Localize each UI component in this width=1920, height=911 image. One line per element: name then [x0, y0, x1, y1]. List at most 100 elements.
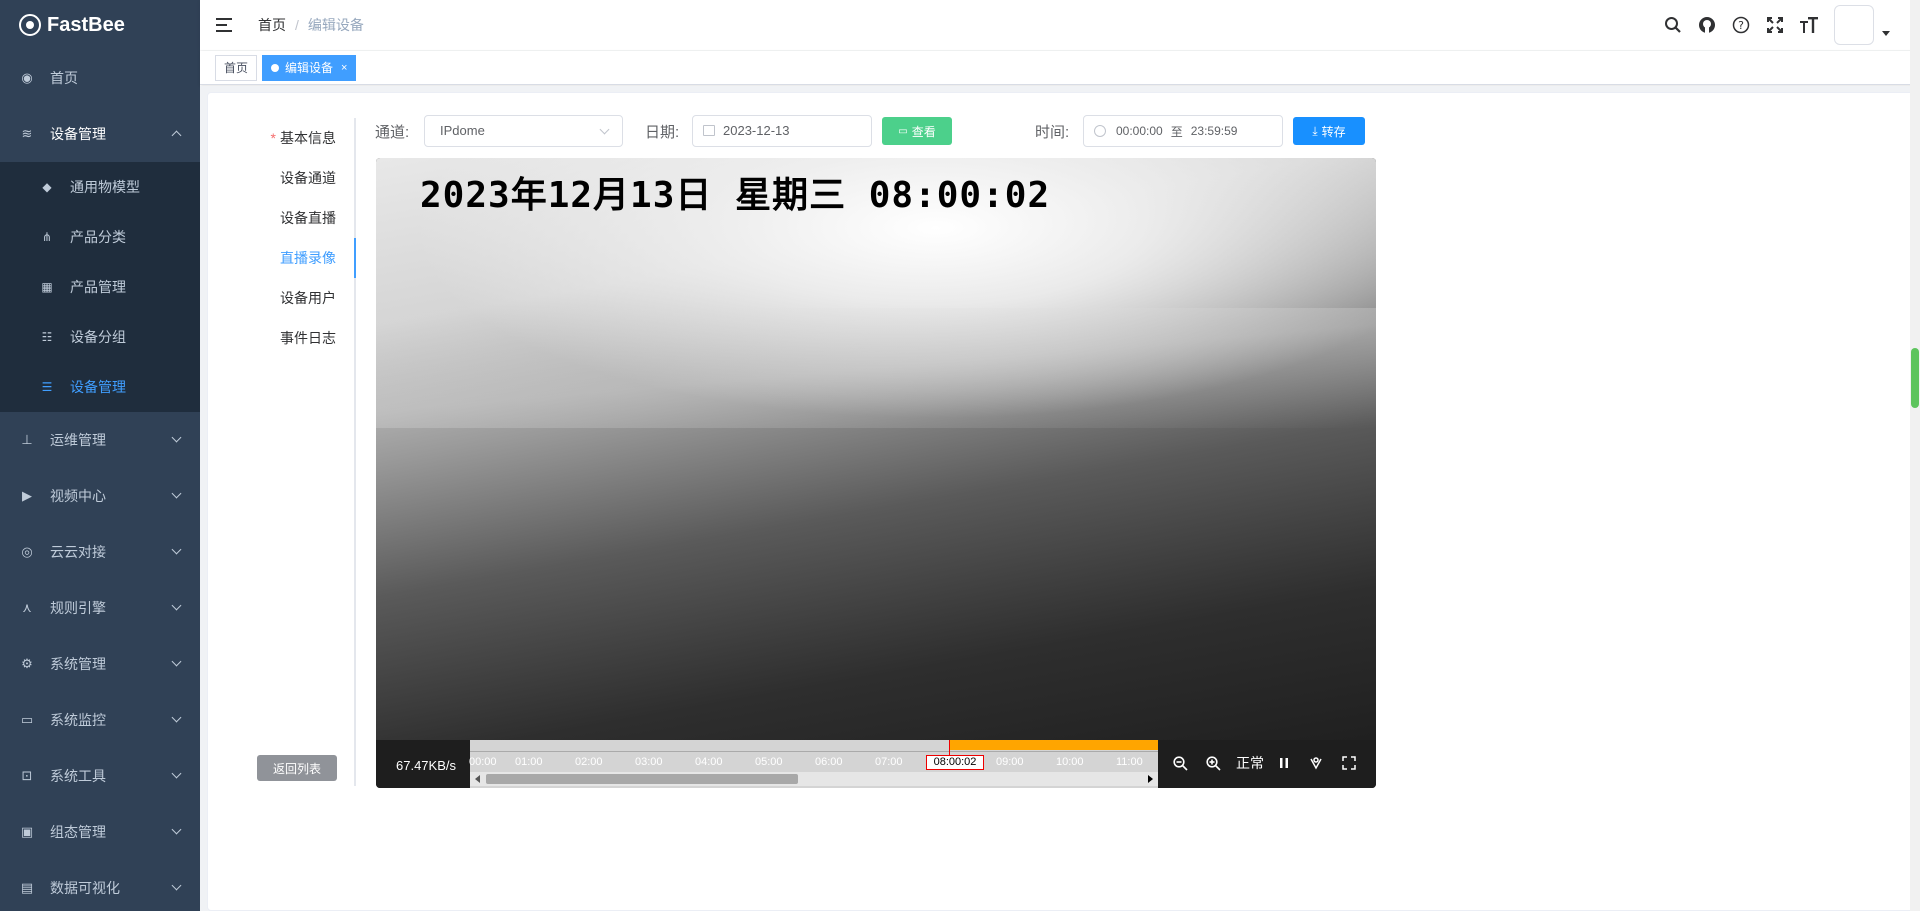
recorded-segment — [949, 740, 1158, 750]
chevron-down-icon — [171, 600, 182, 611]
sidebar-item-device-list[interactable]: ☰ 设备管理 — [0, 362, 200, 412]
monitor-icon: ▭ — [20, 712, 34, 727]
save-recording-button[interactable]: ⤓ 转存 — [1293, 117, 1365, 145]
channel-label: 通道: — [375, 124, 410, 141]
timeline-tick: 05:00 — [755, 756, 783, 768]
breadcrumb-separator: / — [295, 17, 299, 33]
tab-device-users[interactable]: 设备用户 — [255, 278, 354, 318]
player-controls: 67.47KB/s 00:00 01:00 02:00 03:00 04:00 … — [376, 740, 1376, 788]
sidebar-item-rule-engine[interactable]: ⋏ 规则引擎 — [0, 580, 200, 636]
breadcrumb-home[interactable]: 首页 — [258, 15, 286, 35]
scroll-left-icon[interactable] — [475, 775, 480, 783]
chevron-down-icon — [171, 432, 182, 443]
toolbox-icon: ⊡ — [21, 768, 33, 783]
sidebar-item-label: 组态管理 — [50, 824, 106, 840]
app-logo[interactable]: FastBee — [0, 0, 200, 50]
download-icon: ⤓ — [1312, 123, 1318, 138]
time-end[interactable]: 23:59:59 — [1191, 124, 1238, 138]
tab-label: 事件日志 — [280, 330, 336, 346]
help-icon[interactable]: ? — [1724, 0, 1758, 50]
tab-label: 设备用户 — [280, 290, 336, 306]
gear-icon: ⚙ — [21, 656, 33, 671]
github-icon[interactable] — [1690, 0, 1724, 50]
chevron-up-icon — [171, 130, 182, 141]
sidebar-item-ops[interactable]: ⊥ 运维管理 — [0, 412, 200, 468]
tab-device-live[interactable]: 设备直播 — [255, 198, 354, 238]
zoom-in-icon[interactable] — [1206, 752, 1221, 774]
playback-timeline[interactable]: 00:00 01:00 02:00 03:00 04:00 05:00 06:0… — [469, 740, 1158, 788]
sidebar-item-tools[interactable]: ⊡ 系统工具 — [0, 748, 200, 804]
sidebar-item-device-group[interactable]: ☷ 设备分组 — [0, 312, 200, 362]
timeline-tick: 01:00 — [515, 756, 543, 768]
device-tabs: * 基本信息 设备通道 设备直播 直播录像 设备用户 事件日志 — [255, 118, 356, 786]
sidebar-item-cloud[interactable]: ◎ 云云对接 — [0, 524, 200, 580]
sidebar-item-visualization[interactable]: ▤ 数据可视化 — [0, 860, 200, 911]
timeline-scrollbar[interactable] — [470, 772, 1158, 786]
cube-icon: ◆ — [42, 180, 52, 194]
sidebar-item-monitor[interactable]: ▭ 系统监控 — [0, 692, 200, 748]
timeline-tick: 04:00 — [695, 756, 723, 768]
menu-toggle-icon[interactable] — [216, 15, 236, 35]
player-fullscreen-icon[interactable] — [1342, 752, 1356, 774]
sidebar-item-thing-model[interactable]: ◆ 通用物模型 — [0, 162, 200, 212]
timeline-tick: 09:00 — [996, 756, 1024, 768]
timeline-scroll-thumb[interactable] — [486, 774, 798, 784]
required-mark: * — [270, 130, 276, 146]
logo-icon — [19, 14, 41, 36]
timeline-tick: 06:00 — [815, 756, 843, 768]
device-icon: ≋ — [21, 126, 33, 141]
tab-device-channel[interactable]: 设备通道 — [255, 158, 354, 198]
sidebar-item-system[interactable]: ⚙ 系统管理 — [0, 636, 200, 692]
page-scroll-thumb[interactable] — [1911, 348, 1919, 408]
fullscreen-icon[interactable] — [1758, 0, 1792, 50]
sidebar-item-label: 设备管理 — [50, 126, 106, 142]
avatar[interactable] — [1834, 5, 1874, 45]
time-start[interactable]: 00:00:00 — [1116, 124, 1163, 138]
sidebar-item-label: 数据可视化 — [50, 880, 120, 896]
page-scrollbar[interactable] — [1910, 0, 1920, 911]
timeline-tick: 07:00 — [875, 756, 903, 768]
sidebar-item-label: 产品分类 — [70, 229, 126, 245]
sidebar-item-product-category[interactable]: ⋔ 产品分类 — [0, 212, 200, 262]
sidebar-item-label: 规则引擎 — [50, 600, 106, 616]
tab-label: 直播录像 — [280, 250, 336, 266]
grid-icon: ▦ — [41, 280, 53, 294]
sidebar-item-video-center[interactable]: ▶ 视频中心 — [0, 468, 200, 524]
channel-select[interactable]: IPdome — [424, 115, 623, 147]
camera-icon: ▶ — [22, 488, 32, 503]
group-icon: ☷ — [41, 330, 53, 344]
tab-live-recording[interactable]: 直播录像 — [255, 238, 356, 278]
breadcrumb: 首页 / 编辑设备 — [258, 15, 364, 35]
tag-home[interactable]: 首页 — [215, 54, 258, 81]
playback-rate-button[interactable]: 正常 — [1230, 752, 1270, 774]
tab-basic-info[interactable]: * 基本信息 — [255, 118, 354, 158]
sidebar-item-scada[interactable]: ▣ 组态管理 — [0, 804, 200, 860]
tab-event-log[interactable]: 事件日志 — [255, 318, 354, 358]
font-size-icon[interactable] — [1792, 0, 1826, 50]
view-button[interactable]: ▭ 查看 — [882, 117, 952, 145]
chevron-down-icon — [171, 488, 182, 499]
tag-edit-device[interactable]: 编辑设备 × — [262, 54, 357, 81]
date-picker[interactable]: 2023-12-13 — [692, 115, 872, 147]
video-frame[interactable]: 2023年12月13日 星期三 08:00:02 — [376, 158, 1376, 740]
video-player: 2023年12月13日 星期三 08:00:02 67.47KB/s 00:00… — [376, 158, 1376, 788]
sidebar-item-home[interactable]: ◉ 首页 — [0, 50, 200, 106]
sidebar-item-label: 产品管理 — [70, 279, 126, 295]
close-icon[interactable]: × — [341, 56, 347, 80]
sidebar-item-product-management[interactable]: ▦ 产品管理 — [0, 262, 200, 312]
navbar: 首页 / 编辑设备 ? — [200, 0, 1920, 50]
time-range-separator: 至 — [1170, 124, 1183, 139]
back-to-list-button[interactable]: 返回列表 — [257, 755, 337, 781]
chevron-down-icon — [171, 656, 182, 667]
sidebar-item-label: 设备分组 — [70, 329, 126, 345]
tab-label: 设备直播 — [280, 210, 336, 226]
sidebar-item-device-management[interactable]: ≋ 设备管理 — [0, 106, 200, 162]
timeline-tick: 03:00 — [635, 756, 663, 768]
zoom-out-icon[interactable] — [1173, 752, 1188, 774]
snapshot-icon[interactable] — [1308, 752, 1324, 774]
scroll-right-icon[interactable] — [1148, 775, 1153, 783]
search-icon[interactable] — [1656, 0, 1690, 50]
pause-icon[interactable] — [1278, 752, 1290, 774]
time-range-picker[interactable]: 00:00:00 至 23:59:59 — [1083, 115, 1283, 147]
caret-down-icon[interactable] — [1882, 30, 1890, 36]
